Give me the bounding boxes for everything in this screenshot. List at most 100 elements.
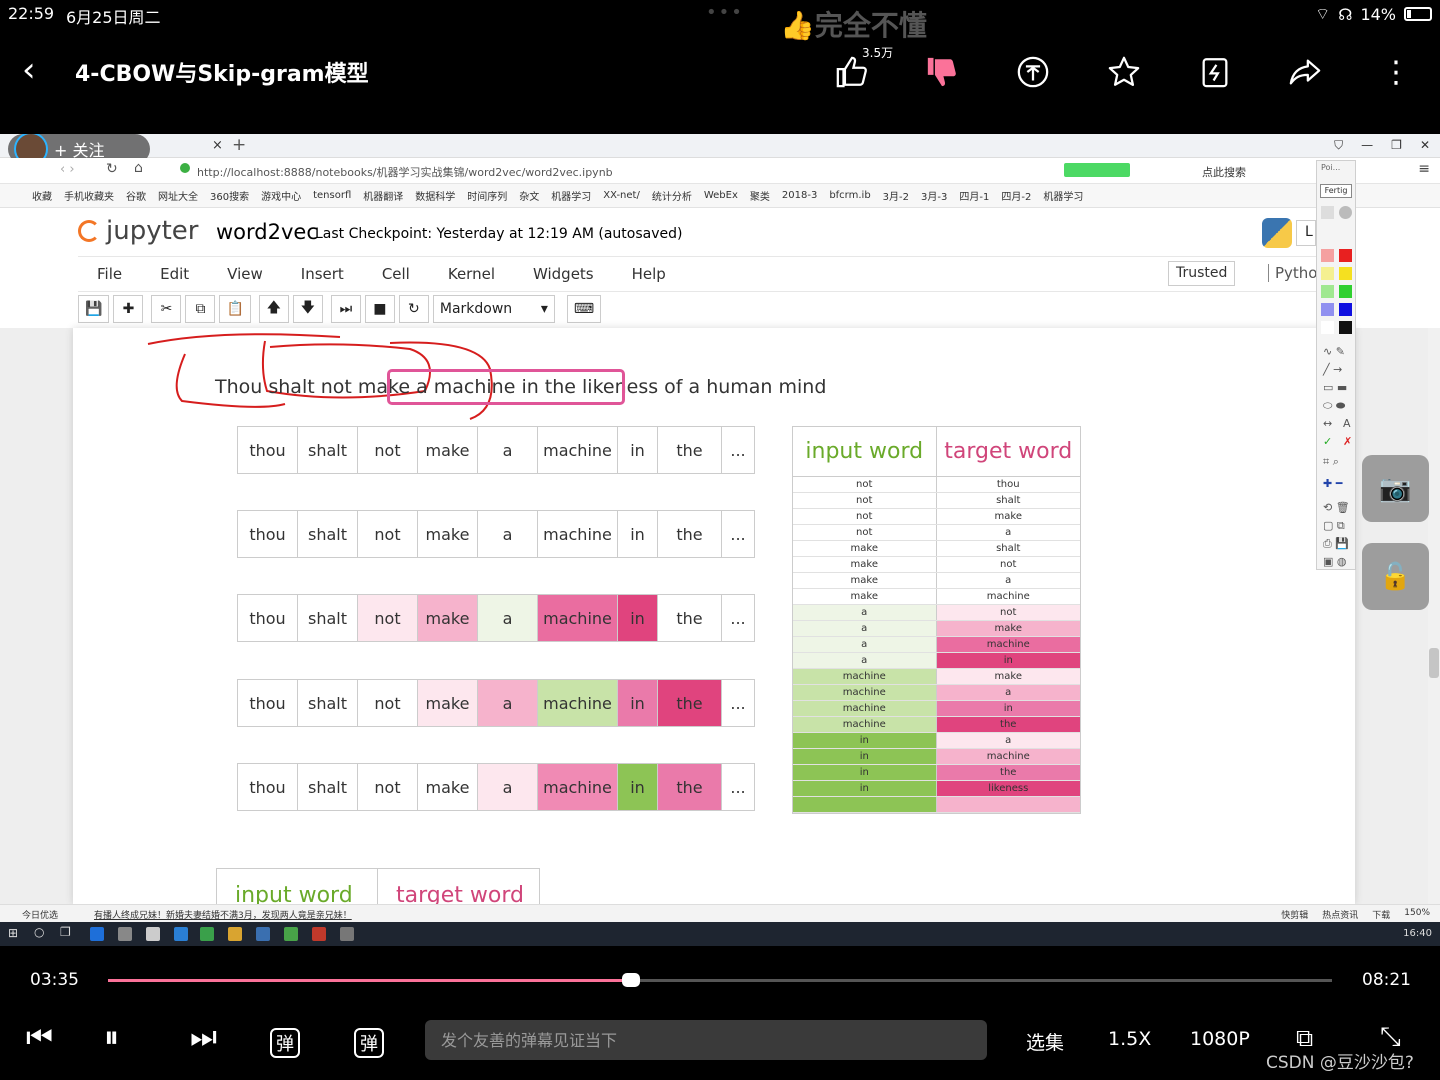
palette-small-dot-icon[interactable] — [1321, 206, 1334, 219]
page-scroll-thumb[interactable] — [1429, 648, 1439, 678]
screen-globe-icon[interactable]: ▣ ◍ — [1323, 555, 1347, 568]
bookmark-item[interactable]: 3月-2 — [883, 188, 909, 203]
nav-arrows-icon[interactable]: ‹ › — [60, 162, 75, 177]
color-swatch-green[interactable] — [1339, 285, 1352, 298]
danmu-settings-icon[interactable]: 弹 — [354, 1028, 384, 1058]
bookmark-item[interactable]: XX-net/ — [603, 190, 640, 201]
status-right-3[interactable]: 150% — [1404, 908, 1430, 921]
menu-view[interactable]: View — [227, 265, 263, 283]
pause-icon[interactable]: ⏸ — [104, 1020, 119, 1055]
bookmark-item[interactable]: 游戏中心 — [261, 188, 301, 203]
bookmark-item[interactable]: 谷歌 — [126, 188, 146, 203]
paste-icon[interactable]: 📋 — [219, 295, 251, 323]
bookmark-item[interactable]: 杂文 — [519, 188, 539, 203]
menu-cell[interactable]: Cell — [382, 265, 410, 283]
check-tool-icon[interactable]: ✓ — [1323, 435, 1332, 448]
store-icon[interactable] — [118, 927, 132, 941]
restore-icon[interactable]: ❐ — [1391, 138, 1402, 153]
color-swatch-light-green[interactable] — [1321, 285, 1334, 298]
notebook-name[interactable]: word2vec — [216, 220, 318, 244]
progress-knob[interactable] — [621, 973, 640, 987]
menu-file[interactable]: File — [97, 265, 122, 283]
color-swatch-yellow[interactable] — [1339, 267, 1352, 280]
print-save-icon[interactable]: ⎙ 💾 — [1323, 537, 1349, 551]
share-icon[interactable] — [1285, 52, 1325, 92]
insert-cell-icon[interactable]: ✚ — [113, 295, 144, 323]
page-scrollbar[interactable] — [1428, 328, 1440, 904]
rect-tool-icon[interactable]: ▭ ▬ — [1323, 381, 1347, 394]
pen-tool-icon[interactable]: ∿ ✎ — [1323, 345, 1345, 358]
move-down-icon[interactable]: 🡇 — [292, 295, 323, 323]
home-icon[interactable]: ⌂ — [134, 160, 143, 176]
save-icon[interactable]: 💾 — [78, 295, 110, 323]
vscode-icon[interactable] — [174, 927, 188, 941]
color-swatch-black[interactable] — [1339, 321, 1352, 334]
cross-tool-icon[interactable]: ✗ — [1343, 435, 1352, 448]
url-text[interactable]: http://localhost:8888/notebooks/机器学习实战集锦… — [197, 164, 613, 180]
color-swatch-red[interactable] — [1339, 249, 1352, 262]
palette-done-button[interactable]: Fertig — [1320, 184, 1352, 198]
menu-insert[interactable]: Insert — [301, 265, 344, 283]
trusted-indicator[interactable]: Trusted — [1168, 261, 1236, 286]
bookmark-item[interactable]: 网址大全 — [158, 188, 198, 203]
ie-icon[interactable] — [90, 927, 104, 941]
color-swatch-light-red[interactable] — [1321, 249, 1334, 262]
search-icon[interactable]: ○ — [34, 925, 44, 939]
app-icon-1[interactable] — [256, 927, 270, 941]
stop-icon[interactable]: ■ — [364, 295, 395, 323]
run-icon[interactable]: ⏭ — [330, 295, 361, 323]
line-tool-icon[interactable]: ╱ → — [1323, 363, 1342, 376]
bookmark-item[interactable]: bfcrm.ib — [829, 190, 870, 201]
more-icon[interactable]: ⋮ — [1376, 52, 1416, 92]
status-news-link[interactable]: 有播人终成兄妹！新婚夫妻结婚不满3月，发现两人竟是亲兄妹！ — [94, 908, 352, 921]
mail-icon[interactable] — [146, 927, 160, 941]
ellipse-tool-icon[interactable]: ⬭ ⬬ — [1323, 399, 1345, 413]
menu-widgets[interactable]: Widgets — [533, 265, 594, 283]
app-icon-4[interactable] — [340, 927, 354, 941]
episodes-button[interactable]: 选集 — [1026, 1028, 1064, 1055]
menu-help[interactable]: Help — [632, 265, 666, 283]
previous-icon[interactable]: ⏮ — [26, 1020, 53, 1055]
keyboard-icon[interactable]: ⌨ — [566, 295, 602, 323]
bookmark-item[interactable]: 收藏 — [32, 188, 52, 203]
bookmark-item[interactable]: 四月-1 — [959, 188, 989, 203]
undo-delete-icon[interactable]: ⟲ 🗑 — [1323, 501, 1350, 514]
copy-icon[interactable]: ⧉ — [185, 295, 216, 323]
search-hint[interactable]: 点此搜索 — [1202, 164, 1246, 180]
windows-start-icon[interactable]: ⊞ — [8, 926, 18, 940]
bookmark-item[interactable]: WebEx — [704, 190, 738, 201]
move-up-icon[interactable]: 🡅 — [258, 295, 289, 323]
back-icon[interactable]: ‹ — [22, 50, 36, 90]
task-view-icon[interactable]: ❐ — [60, 925, 71, 939]
shirt-icon[interactable]: ⛉ — [1334, 138, 1343, 153]
cache-icon[interactable] — [1195, 52, 1235, 92]
folder-icon[interactable] — [228, 927, 242, 941]
favorite-icon[interactable] — [1104, 52, 1144, 92]
status-right-1[interactable]: 热点资讯 — [1322, 908, 1358, 921]
logout-button[interactable]: L — [1296, 220, 1316, 246]
cut-icon[interactable]: ✂ — [151, 295, 182, 323]
app-icon-2[interactable] — [284, 927, 298, 941]
menu-kernel[interactable]: Kernel — [448, 265, 495, 283]
restart-icon[interactable]: ↻ — [398, 295, 429, 323]
bookmark-item[interactable]: 2018-3 — [782, 190, 817, 201]
bookmark-item[interactable]: 机器翻译 — [363, 188, 403, 203]
arrow-tool-icon[interactable]: ↔ — [1323, 417, 1332, 430]
bookmark-item[interactable]: 四月-2 — [1001, 188, 1031, 203]
color-swatch-white[interactable] — [1321, 321, 1334, 334]
menu-icon[interactable]: ≡ — [1418, 161, 1430, 177]
color-swatch-light-yellow[interactable] — [1321, 267, 1334, 280]
palette-big-dot-icon[interactable] — [1339, 206, 1352, 219]
bookmark-item[interactable]: 手机收藏夹 — [64, 188, 114, 203]
bookmark-item[interactable]: 时间序列 — [467, 188, 507, 203]
video-frame[interactable]: × + ⛉ — ❐ ✕ + 关注 ‹ › ↻ ⌂ http://localhos… — [0, 134, 1440, 946]
app-icon-3[interactable] — [312, 927, 326, 941]
coin-icon[interactable] — [1013, 52, 1053, 92]
menu-edit[interactable]: Edit — [160, 265, 189, 283]
color-swatch-blue[interactable] — [1339, 303, 1352, 316]
window-close-icon[interactable]: ✕ — [1420, 138, 1430, 153]
quality-button[interactable]: 1080P — [1190, 1028, 1250, 1050]
bookmark-item[interactable]: 聚类 — [750, 188, 770, 203]
crop-tool-icon[interactable]: ⌗ ⌕ — [1323, 455, 1339, 469]
next-icon[interactable]: ⏭ — [190, 1020, 217, 1055]
